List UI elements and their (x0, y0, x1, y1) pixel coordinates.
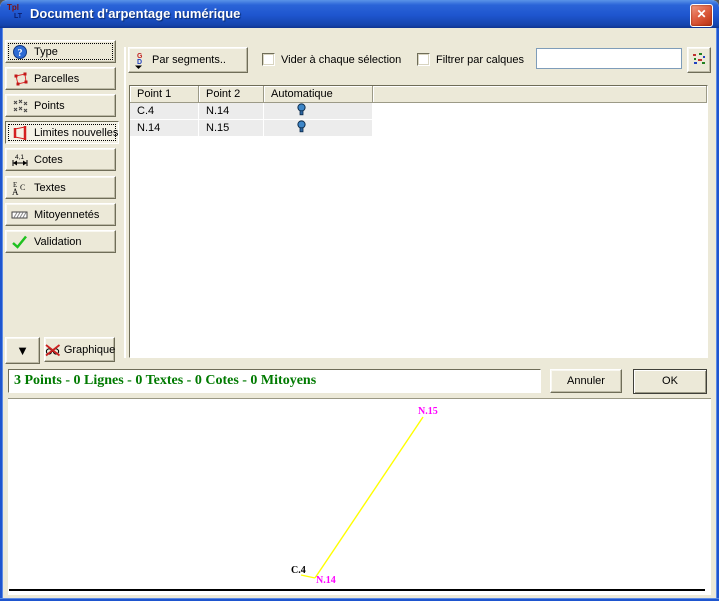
svg-text:?: ? (17, 48, 22, 59)
survey-lines (8, 399, 711, 595)
bulb-icon (297, 120, 306, 136)
segments-table[interactable]: Point 1 Point 2 Automatique C.4 N.14 N.1… (129, 85, 708, 358)
letters-icon: EAC (10, 179, 29, 197)
sidebar-item-label: Limites nouvelles (34, 127, 118, 139)
window-border-left (0, 28, 3, 601)
table-row[interactable]: C.4 N.14 (130, 103, 373, 120)
layers-picker-button[interactable] (687, 47, 711, 73)
sidebar-item-cotes[interactable]: 4,1 Cotes (5, 148, 116, 171)
sidebar-item-label: Validation (34, 236, 82, 248)
sidebar-item-validation[interactable]: Validation (5, 230, 116, 253)
layer-filter-input[interactable] (536, 48, 682, 69)
cell-point1: N.14 (130, 120, 199, 137)
clear-selection-checkbox[interactable] (262, 53, 275, 66)
svg-text:D: D (137, 59, 142, 66)
app-icon-text-top: Tpl (7, 4, 19, 12)
gd-dropdown-icon: GD (134, 51, 147, 69)
survey-preview-canvas[interactable]: C.4 N.14 N.15 (8, 398, 711, 595)
cancel-button[interactable]: Annuler (550, 369, 622, 393)
graphics-hidden-icon (44, 343, 61, 357)
cell-point2: N.14 (199, 103, 264, 120)
sidebar-item-limites-nouvelles[interactable]: Limites nouvelles (5, 121, 119, 144)
limit-icon (10, 124, 29, 142)
sidebar-item-label: Type (34, 46, 58, 58)
par-segments-button[interactable]: GD Par segments.. (128, 47, 248, 73)
filter-layers-checkbox[interactable] (417, 53, 430, 66)
dialog-window: Tpl LT Document d'arpentage numérique ✕ … (0, 0, 719, 601)
bulb-icon (297, 103, 306, 119)
dimension-icon: 4,1 (10, 151, 29, 169)
table-row[interactable]: N.14 N.15 (130, 120, 373, 137)
expand-down-button[interactable]: ▼ (5, 337, 40, 364)
graphique-label: Graphique (64, 344, 115, 356)
ok-button[interactable]: OK (633, 369, 707, 394)
triangle-down-icon: ▼ (16, 343, 29, 358)
sidebar-item-label: Points (34, 100, 65, 112)
sidebar-item-mitoyennetes[interactable]: Mitoyennetés (5, 203, 116, 226)
graphique-button[interactable]: Graphique (44, 337, 115, 362)
canvas-point-label: C.4 (291, 566, 306, 576)
sidebar-item-label: Cotes (34, 154, 63, 166)
sidebar-item-points[interactable]: Points (5, 94, 116, 117)
sidebar-item-label: Mitoyennetés (34, 209, 99, 221)
points-grid-icon (10, 97, 29, 115)
parcel-icon (10, 70, 29, 88)
svg-text:4,1: 4,1 (15, 154, 24, 161)
filter-layers-label: Filtrer par calques (436, 54, 524, 66)
canvas-point-label: N.14 (316, 576, 336, 586)
svg-text:A: A (12, 187, 19, 196)
cell-automatique (264, 103, 373, 120)
titlebar[interactable]: Tpl LT Document d'arpentage numérique ✕ (0, 0, 719, 28)
sidebar-item-label: Parcelles (34, 73, 79, 85)
clear-selection-label: Vider à chaque sélection (281, 54, 401, 66)
svg-text:C: C (20, 183, 25, 192)
close-icon: ✕ (696, 7, 706, 21)
panel-divider (124, 47, 126, 358)
par-segments-label: Par segments.. (152, 54, 226, 66)
sidebar-item-textes[interactable]: EAC Textes (5, 176, 116, 199)
app-icon-text-bottom: LT (14, 13, 22, 20)
help-icon: ? (10, 43, 29, 61)
cell-point2: N.15 (199, 120, 264, 137)
column-header-automatique[interactable]: Automatique (264, 86, 373, 103)
window-title: Document d'arpentage numérique (30, 6, 240, 21)
layers-icon (691, 51, 707, 70)
sidebar-item-type[interactable]: ? Type (5, 40, 116, 63)
canvas-point-label: N.15 (418, 407, 438, 417)
sidebar-item-parcelles[interactable]: Parcelles (5, 67, 116, 90)
column-header-point2[interactable]: Point 2 (199, 86, 264, 103)
column-header-filler (373, 86, 707, 103)
close-button[interactable]: ✕ (690, 4, 713, 27)
cell-automatique (264, 120, 373, 137)
app-icon: Tpl LT (7, 4, 27, 24)
hatch-icon (10, 206, 29, 224)
check-icon (10, 233, 29, 251)
sidebar-item-label: Textes (34, 182, 66, 194)
status-summary: 3 Points - 0 Lignes - 0 Textes - 0 Cotes… (8, 369, 541, 393)
cell-point1: C.4 (130, 103, 199, 120)
column-header-point1[interactable]: Point 1 (130, 86, 199, 103)
table-header-row: Point 1 Point 2 Automatique (130, 86, 707, 103)
